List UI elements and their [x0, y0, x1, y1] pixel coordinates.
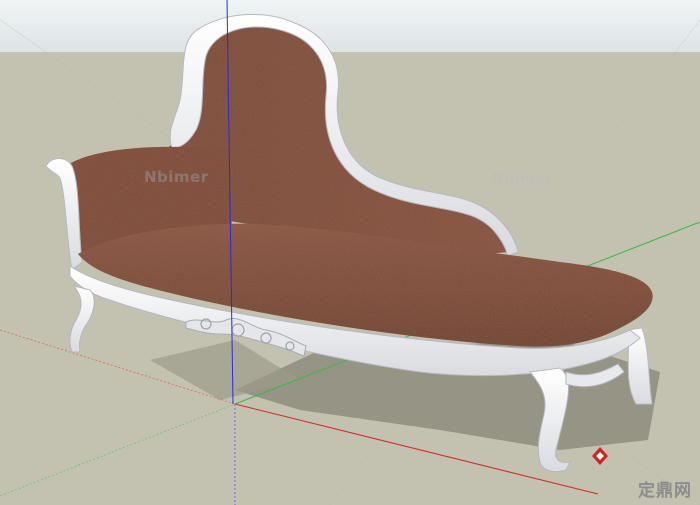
sketchup-viewport[interactable]: Nbimer Nbimer 定鼎网	[0, 0, 700, 505]
logo-icon-spacer	[613, 480, 635, 498]
model-canvas[interactable]	[0, 0, 700, 505]
brand-badge: 定鼎网	[613, 476, 692, 501]
brand-name: 定鼎网	[638, 481, 692, 501]
sky	[0, 0, 700, 52]
